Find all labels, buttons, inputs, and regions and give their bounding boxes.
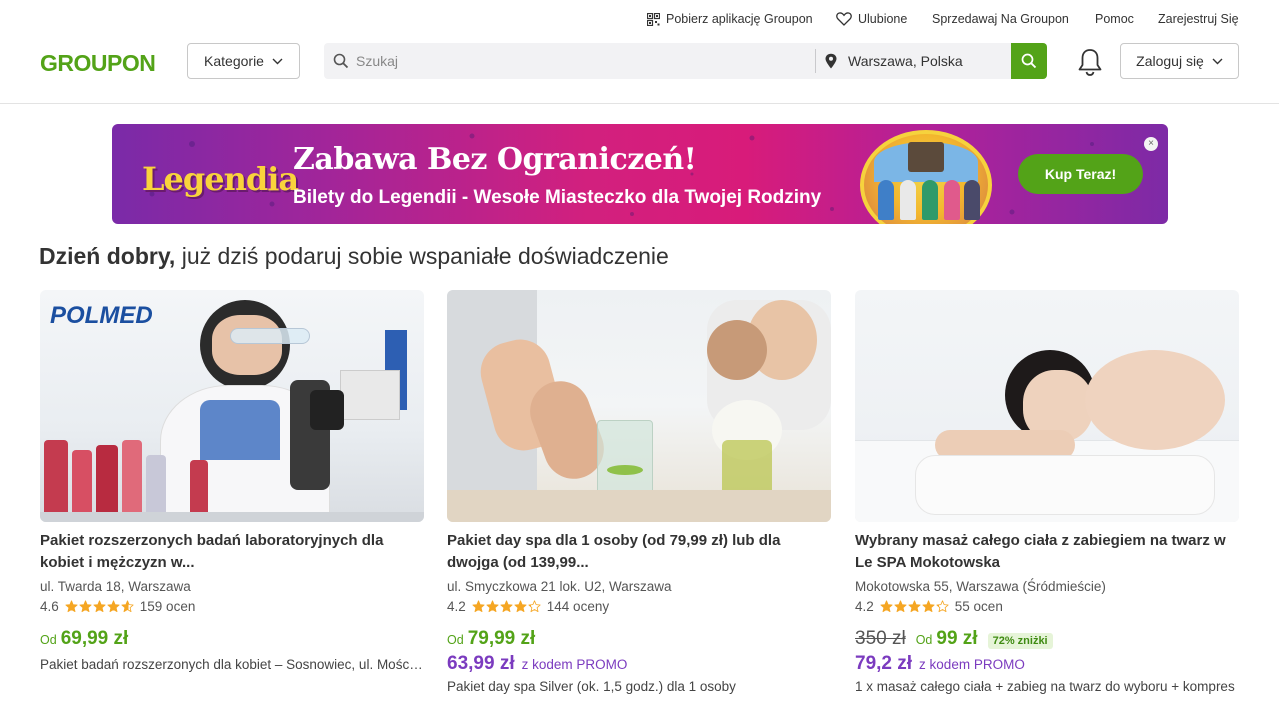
star-icon bbox=[922, 600, 935, 613]
favorites-link[interactable]: Ulubione bbox=[836, 12, 907, 26]
buy-now-button[interactable]: Kup Teraz! bbox=[1018, 154, 1143, 194]
from-label: Od bbox=[915, 633, 933, 647]
deal-rating: 4.6 159 ocen bbox=[40, 599, 195, 614]
categories-dropdown[interactable]: Kategorie bbox=[187, 43, 300, 79]
promo-code-text: z kodem PROMO bbox=[521, 657, 628, 672]
promo-price: 79,2 zł z kodem PROMO bbox=[855, 653, 1025, 675]
star-rating bbox=[472, 600, 541, 613]
register-label: Zarejestruj Się bbox=[1158, 12, 1239, 26]
price-value: 69,99 zł bbox=[60, 628, 129, 649]
star-rating bbox=[880, 600, 949, 613]
utility-bar: Pobierz aplikację Groupon Ulubione Sprze… bbox=[0, 0, 1279, 38]
rating-value: 4.2 bbox=[855, 599, 874, 614]
discount-badge: 72% zniżki bbox=[987, 633, 1053, 649]
deal-card[interactable]: Pakiet day spa dla 1 osoby (od 79,99 zł)… bbox=[447, 290, 831, 694]
search-icon bbox=[333, 53, 349, 69]
deal-option-description: Pakiet badań rozszerzonych dla kobiet – … bbox=[40, 657, 424, 672]
location-pin-icon bbox=[825, 53, 837, 69]
get-app-link[interactable]: Pobierz aplikację Groupon bbox=[647, 12, 813, 26]
deal-rating: 4.2 55 ocen bbox=[855, 599, 1003, 614]
review-count: 144 oceny bbox=[546, 599, 610, 614]
promo-price-value: 79,2 zł bbox=[855, 653, 913, 674]
search-input[interactable] bbox=[356, 43, 836, 79]
star-icon bbox=[894, 600, 907, 613]
favorites-label: Ulubione bbox=[858, 12, 908, 26]
deal-price: 350 zł Od 99 zł 72% zniżki bbox=[855, 628, 1053, 650]
get-app-label: Pobierz aplikację Groupon bbox=[666, 12, 813, 26]
sell-label: Sprzedawaj Na Groupon bbox=[932, 12, 1069, 26]
help-label: Pomoc bbox=[1095, 12, 1134, 26]
deal-address: Mokotowska 55, Warszawa (Śródmieście) bbox=[855, 579, 1106, 594]
deal-option-description: Pakiet day spa Silver (ok. 1,5 godz.) dl… bbox=[447, 679, 736, 694]
star-icon bbox=[472, 600, 485, 613]
deal-price: Od 79,99 zł bbox=[447, 628, 535, 650]
close-banner-icon[interactable]: × bbox=[1144, 137, 1158, 151]
greeting-bold: Dzień dobry, bbox=[39, 243, 176, 269]
star-icon bbox=[121, 600, 134, 613]
star-icon bbox=[514, 600, 527, 613]
chevron-down-icon bbox=[1212, 58, 1223, 64]
rating-value: 4.6 bbox=[40, 599, 59, 614]
deal-image: POLMED bbox=[40, 290, 424, 522]
deal-image bbox=[855, 290, 1239, 522]
chevron-down-icon bbox=[272, 58, 283, 64]
from-label: Od bbox=[447, 633, 464, 647]
promo-banner[interactable]: Legendia Zabawa Bez Ograniczeń! Bilety d… bbox=[112, 124, 1168, 224]
deal-rating: 4.2 144 oceny bbox=[447, 599, 609, 614]
location-field[interactable]: Warszawa, Polska bbox=[848, 53, 963, 69]
deal-card[interactable]: Wybrany masaż całego ciała z zabiegiem n… bbox=[855, 290, 1239, 694]
sell-link[interactable]: Sprzedawaj Na Groupon bbox=[932, 12, 1069, 26]
search-divider bbox=[815, 49, 816, 73]
star-icon bbox=[500, 600, 513, 613]
star-icon bbox=[936, 600, 949, 613]
greeting-heading: Dzień dobry, już dziś podaruj sobie wspa… bbox=[39, 243, 669, 270]
notifications-bell-icon[interactable] bbox=[1075, 47, 1105, 77]
legendia-logo: Legendia bbox=[142, 160, 299, 198]
search-icon bbox=[1021, 53, 1037, 69]
promo-price: 63,99 zł z kodem PROMO bbox=[447, 653, 627, 675]
old-price: 350 zł bbox=[855, 628, 906, 649]
review-count: 159 ocen bbox=[139, 599, 196, 614]
deal-image bbox=[447, 290, 831, 522]
star-icon bbox=[107, 600, 120, 613]
deal-title: Wybrany masaż całego ciała z zabiegiem n… bbox=[855, 532, 1226, 571]
groupon-logo[interactable]: GROUPON bbox=[40, 50, 156, 77]
polmed-logo: POLMED bbox=[50, 302, 153, 329]
deal-address: ul. Smyczkowa 21 lok. U2, Warszawa bbox=[447, 579, 672, 594]
star-icon bbox=[528, 600, 541, 613]
deal-title: Pakiet day spa dla 1 osoby (od 79,99 zł)… bbox=[447, 532, 781, 571]
deal-price: Od 69,99 zł bbox=[40, 628, 128, 650]
qr-code-icon bbox=[647, 12, 660, 26]
promo-code-text: z kodem PROMO bbox=[919, 657, 1025, 672]
promo-price-value: 63,99 zł bbox=[447, 653, 515, 674]
deal-option-description: 1 x masaż całego ciała + zabieg na twarz… bbox=[855, 679, 1235, 694]
star-icon bbox=[880, 600, 893, 613]
header-divider bbox=[0, 103, 1279, 104]
price-value: 79,99 zł bbox=[467, 628, 536, 649]
banner-subheadline: Bilety do Legendii - Wesołe Miasteczko d… bbox=[293, 187, 822, 208]
deal-card[interactable]: POLMED Pakiet rozszerzonych badań labora… bbox=[40, 290, 424, 672]
register-link[interactable]: Zarejestruj Się bbox=[1158, 12, 1239, 26]
review-count: 55 ocen bbox=[954, 599, 1003, 614]
deal-title: Pakiet rozszerzonych badań laboratoryjny… bbox=[40, 532, 384, 571]
rating-value: 4.2 bbox=[447, 599, 466, 614]
login-label: Zaloguj się bbox=[1136, 53, 1204, 69]
star-rating bbox=[65, 600, 134, 613]
login-dropdown[interactable]: Zaloguj się bbox=[1120, 43, 1239, 79]
greeting-rest: już dziś podaruj sobie wspaniałe doświad… bbox=[175, 243, 669, 269]
banner-headline: Zabawa Bez Ograniczeń! bbox=[293, 142, 697, 177]
search-button[interactable] bbox=[1011, 43, 1047, 79]
star-icon bbox=[65, 600, 78, 613]
star-icon bbox=[486, 600, 499, 613]
categories-label: Kategorie bbox=[204, 53, 264, 69]
star-icon bbox=[93, 600, 106, 613]
star-icon bbox=[908, 600, 921, 613]
help-link[interactable]: Pomoc bbox=[1095, 12, 1134, 26]
star-icon bbox=[79, 600, 92, 613]
deal-address: ul. Twarda 18, Warszawa bbox=[40, 579, 191, 594]
price-value: 99 zł bbox=[936, 628, 978, 649]
heart-icon bbox=[836, 12, 852, 26]
from-label: Od bbox=[40, 633, 57, 647]
search-bar: Warszawa, Polska bbox=[324, 43, 1047, 79]
